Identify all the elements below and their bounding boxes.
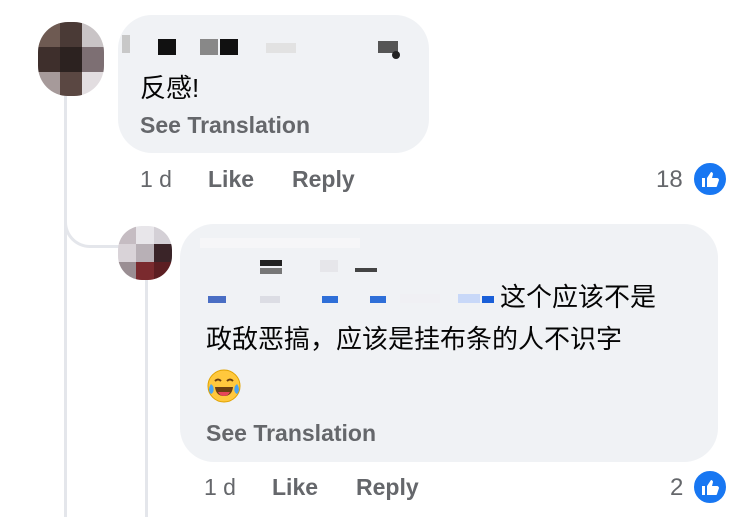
reply-reply-button[interactable]: Reply <box>356 474 419 501</box>
comment-text: 反感! <box>140 73 200 103</box>
like-reaction-icon <box>692 469 728 505</box>
face-with-tears-of-joy-icon <box>206 368 242 404</box>
reply-button[interactable]: Reply <box>292 166 355 193</box>
reply-avatar[interactable] <box>118 226 172 280</box>
reply-bubble: 这个应该不是 政敌恶搞，应该是挂布条的人不识字 See Translation <box>180 224 718 462</box>
reply-text-line2: 政敌恶搞，应该是挂布条的人不识字 <box>206 324 623 354</box>
reply-reaction-summary[interactable]: 2 <box>664 469 750 506</box>
thread-line-curve <box>64 200 119 248</box>
reply-thread-line <box>145 275 148 517</box>
commenter-name-redacted[interactable] <box>118 15 429 65</box>
reaction-summary[interactable]: 18 <box>650 161 750 198</box>
reply-reaction-count: 2 <box>670 474 684 501</box>
comment-bubble: 反感! See Translation <box>118 15 429 153</box>
reply-like-button[interactable]: Like <box>272 474 318 501</box>
reply-see-translation-link[interactable]: See Translation <box>206 420 376 447</box>
like-button[interactable]: Like <box>208 166 254 193</box>
comment-timestamp[interactable]: 1 d <box>140 166 172 193</box>
see-translation-link[interactable]: See Translation <box>140 112 310 139</box>
reply-actions: 1 d Like Reply <box>204 474 704 504</box>
reply-commenter-name-redacted[interactable] <box>180 224 500 308</box>
like-reaction-icon <box>692 161 728 197</box>
reply-text-line1: 这个应该不是 <box>500 282 657 312</box>
thread-line-vertical <box>64 96 67 517</box>
avatar[interactable] <box>38 22 104 96</box>
reply-timestamp[interactable]: 1 d <box>204 474 236 501</box>
reaction-count: 18 <box>656 166 683 193</box>
